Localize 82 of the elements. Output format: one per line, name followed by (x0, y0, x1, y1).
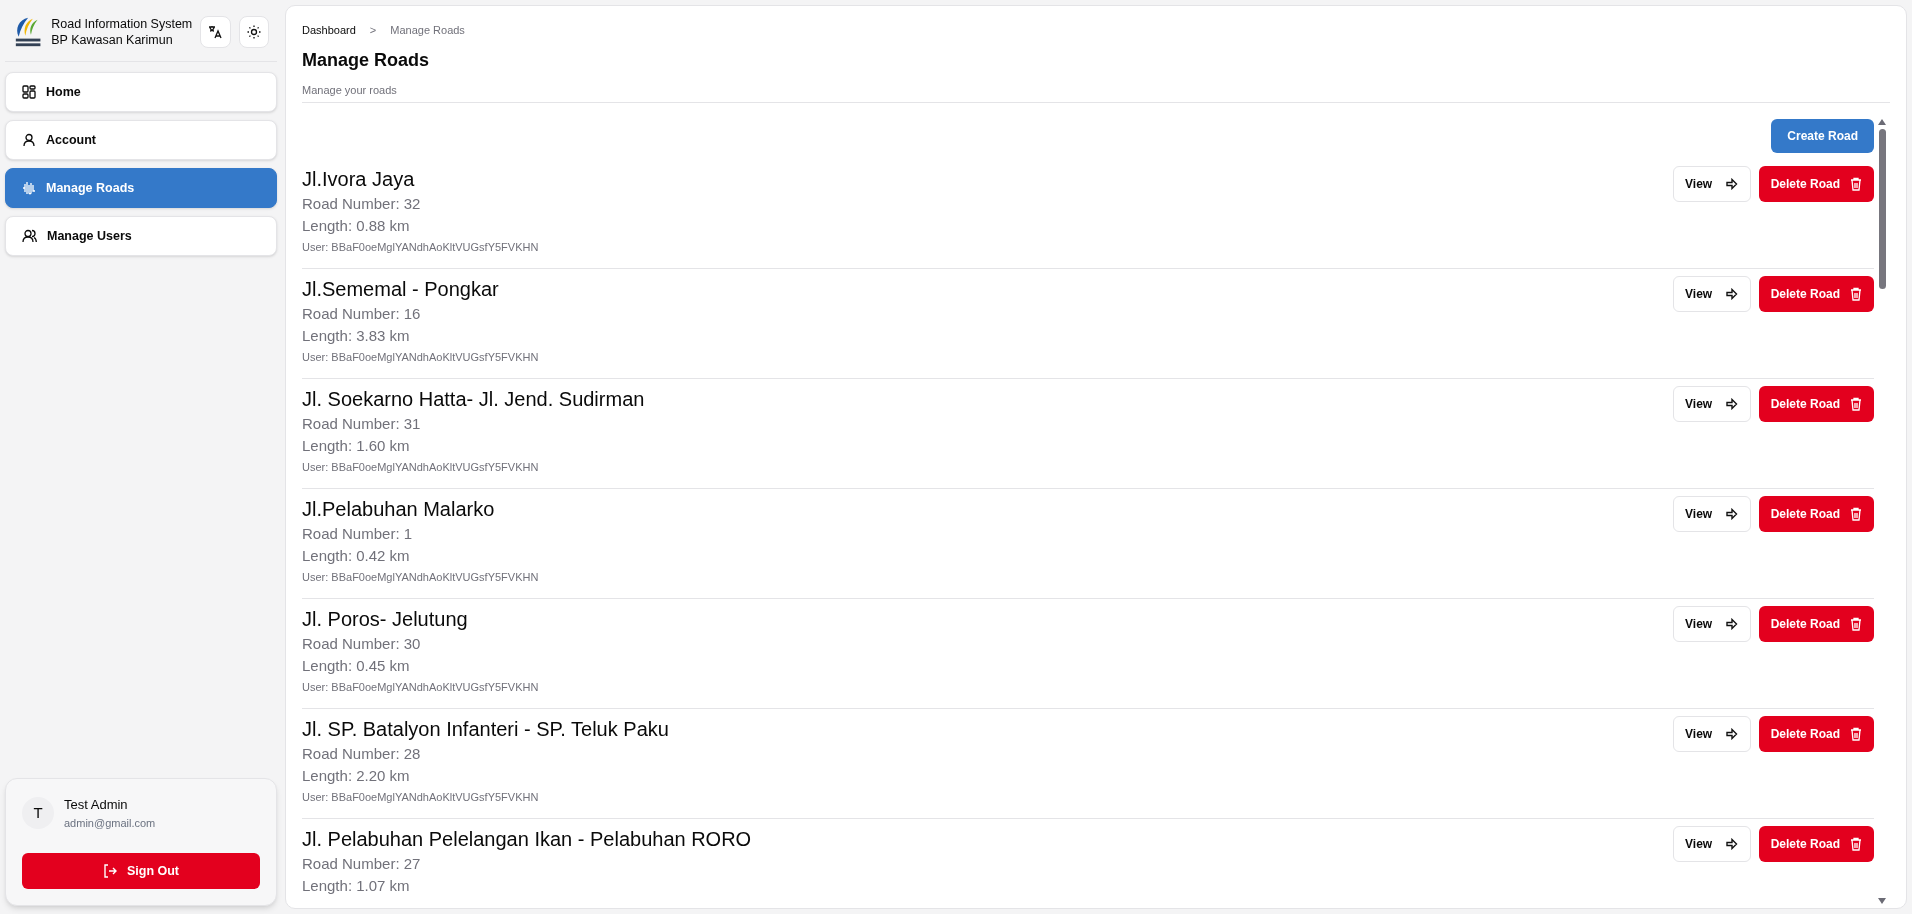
view-button[interactable]: View (1672, 716, 1751, 752)
road-user: User: BBaF0oeMglYANdhAoKltVUGsfY5FVKHN (302, 240, 539, 255)
sun-icon (246, 25, 261, 39)
nav-item[interactable]: Home (5, 72, 277, 112)
road-name: Jl.Pelabuhan Malarko (302, 497, 496, 522)
road-length: Length: 0.42 km (302, 546, 411, 566)
road-length: Length: 1.07 km (302, 876, 411, 896)
theme-button[interactable] (238, 16, 269, 48)
trash-icon (1850, 727, 1862, 741)
breadcrumb-current: Manage Roads (390, 23, 465, 38)
trash-icon (1850, 287, 1862, 301)
view-button[interactable]: View (1672, 386, 1751, 422)
road-number: Road Number: 27 (302, 854, 422, 874)
scrollbar-thumb[interactable] (1878, 129, 1886, 289)
view-button[interactable]: View (1672, 166, 1751, 202)
view-button[interactable]: View (1672, 606, 1751, 642)
user-avatar: T (22, 797, 54, 829)
road-number: Road Number: 30 (302, 634, 422, 654)
trash-icon (1850, 507, 1862, 521)
nav-item[interactable]: Account (5, 120, 277, 160)
road-name: Jl.Sememal - Pongkar (302, 277, 500, 302)
user-email: admin@gmail.com (64, 815, 156, 831)
arrow-right-icon (1726, 508, 1739, 520)
delete-road-button[interactable]: Delete Road (1758, 496, 1874, 532)
arrow-right-icon (1726, 178, 1739, 190)
road-name: Jl. SP. Batalyon Infanteri - SP. Teluk Paku (302, 717, 669, 742)
trash-icon (1850, 617, 1862, 631)
create-road-button[interactable]: Create Road (1771, 119, 1874, 153)
road-name: Jl. Poros- Jelutung (302, 607, 469, 632)
sign-out-icon (102, 864, 117, 878)
road-user: User: BBaF0oeMglYANdhAoKltVUGsfY5FVKHN (302, 790, 540, 805)
nav-item[interactable]: Manage Users (5, 216, 277, 256)
app-subtitle: BP Kawasan Karimun (51, 32, 174, 48)
arrow-right-icon (1726, 618, 1739, 630)
delete-road-button[interactable]: Delete Road (1758, 606, 1874, 642)
view-button[interactable]: View (1672, 276, 1751, 312)
arrow-right-icon (1726, 398, 1739, 410)
view-button[interactable]: View (1672, 826, 1751, 862)
user-icon (22, 133, 36, 147)
delete-road-button[interactable]: Delete Road (1758, 386, 1874, 422)
page-title: Manage Roads (302, 48, 431, 72)
delete-road-button[interactable]: Delete Road (1758, 716, 1874, 752)
road-length: Length: 2.20 km (302, 766, 411, 786)
users-icon (22, 229, 37, 243)
road-number: Road Number: 32 (302, 194, 422, 214)
breadcrumb-separator: > (369, 23, 377, 38)
road-number: Road Number: 1 (302, 524, 414, 544)
road-name: Jl.Ivora Jaya (302, 167, 416, 192)
road-length: Length: 0.88 km (302, 216, 411, 236)
view-button[interactable]: View (1672, 496, 1751, 532)
arrow-right-icon (1726, 838, 1739, 850)
user-name: Test Admin (64, 796, 129, 814)
page-subtitle: Manage your roads (302, 81, 1890, 103)
road-user: User: BBaF0oeMglYANdhAoKltVUGsfY5FVKHN (302, 680, 539, 695)
trash-icon (1850, 177, 1862, 191)
dashboard-icon (22, 85, 36, 99)
road-name: Jl. Soekarno Hatta- Jl. Jend. Sudirman (302, 387, 645, 412)
arrow-right-icon (1726, 288, 1739, 300)
road-number: Road Number: 16 (302, 304, 422, 324)
translate-icon (208, 25, 223, 39)
road-user: User: BBaF0oeMglYANdhAoKltVUGsfY5FVKHN (302, 350, 539, 365)
trash-icon (1850, 397, 1862, 411)
arrow-right-icon (1726, 728, 1739, 740)
road-length: Length: 1.60 km (302, 436, 411, 456)
road-length: Length: 0.45 km (302, 656, 411, 676)
translate-button[interactable] (200, 16, 231, 48)
app-title: Road Information System (51, 16, 193, 32)
scroll-down-icon (1878, 898, 1886, 904)
trash-icon (1850, 837, 1862, 851)
road-name: Jl. Pelabuhan Pelelangan Ikan - Pelabuhan RORO (302, 827, 752, 852)
delete-road-button[interactable]: Delete Road (1758, 166, 1874, 202)
road-user: User: BBaF0oeMglYANdhAoKltVUGsfY5FVKHN (302, 570, 539, 585)
road-number: Road Number: 31 (302, 414, 422, 434)
nav-item[interactable]: Manage Roads (5, 168, 277, 208)
road-user: User: BBaF0oeMglYANdhAoKltVUGsfY5FVKHN (302, 460, 540, 475)
road-number: Road Number: 28 (302, 744, 422, 764)
delete-road-button[interactable]: Delete Road (1758, 826, 1874, 862)
road-length: Length: 3.83 km (302, 326, 411, 346)
delete-road-button[interactable]: Delete Road (1758, 276, 1874, 312)
scroll-up-icon (1878, 119, 1886, 125)
breadcrumb-link[interactable]: Dashboard (302, 22, 356, 39)
sign-out-button[interactable]: Sign Out (22, 853, 260, 889)
